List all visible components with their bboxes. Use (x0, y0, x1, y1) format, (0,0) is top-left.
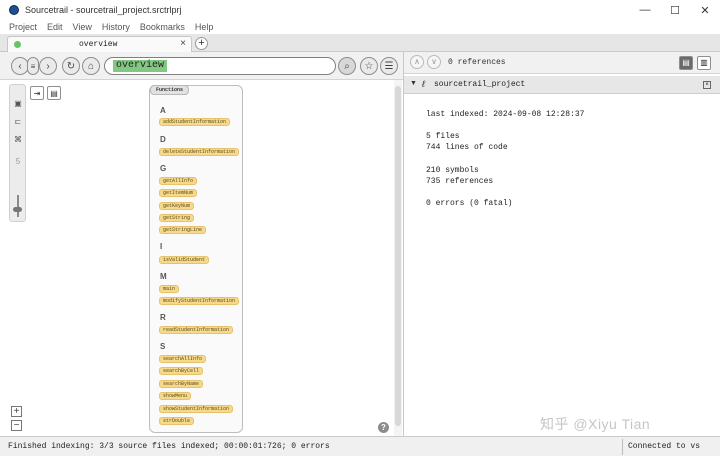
group-by-file-icon[interactable]: ⊏ (13, 117, 23, 127)
project-name: sourcetrail_project (434, 80, 526, 89)
refresh-button[interactable]: ↻ (62, 57, 80, 75)
menu-project[interactable]: Project (9, 22, 37, 32)
status-divider (622, 439, 623, 455)
tab-status-dot-icon (14, 41, 21, 48)
minimize-button[interactable]: — (630, 0, 660, 20)
home-button[interactable]: ⌂ (82, 57, 100, 75)
group-letter-d: D (160, 135, 166, 144)
snippet-view-icon[interactable]: ▥ (697, 56, 711, 70)
function-node[interactable]: isValidStudent (159, 256, 210, 264)
reference-count: 0 references (448, 58, 506, 67)
group-by-namespace-icon[interactable]: ⌘ (13, 135, 23, 145)
help-icon[interactable]: ? (378, 422, 389, 433)
group-letter-m: M (160, 272, 167, 281)
search-icon[interactable]: ⌕ (338, 57, 356, 75)
lines-of-code: 744 lines of code (426, 143, 508, 152)
project-header[interactable]: ▼ ℓ sourcetrail_project × (404, 76, 720, 94)
menu-edit[interactable]: Edit (47, 22, 63, 32)
depth-slider-handle[interactable] (13, 207, 22, 212)
functions-node: Functions A addStudentInformation D dele… (149, 85, 243, 433)
add-tab-button[interactable]: + (195, 37, 208, 50)
window-title: Sourcetrail - sourcetrail_project.srctrl… (25, 5, 182, 15)
function-node[interactable]: strDouble (159, 417, 195, 425)
next-reference-button[interactable]: ∨ (427, 55, 441, 69)
function-node[interactable]: getAllInfo (159, 177, 198, 185)
single-file-view-icon[interactable]: ▤ (679, 56, 693, 70)
depth-slider-track[interactable] (17, 195, 19, 217)
group-letter-s: S (160, 342, 166, 351)
menu-help[interactable]: Help (195, 22, 214, 32)
ide-connection-status: Connected to vs (628, 442, 701, 451)
indexing-status: Finished indexing: 3/3 source files inde… (8, 442, 330, 451)
navigation-toolbar: ‹ ≡ › ↻ ⌂ overview ⌕ ☆ ☰ (0, 52, 403, 80)
symbol-count: 210 symbols (426, 166, 479, 175)
depth-level-icon: 5 (15, 157, 21, 166)
title-bar: Sourcetrail - sourcetrail_project.srctrl… (0, 0, 720, 20)
menu-view[interactable]: View (73, 22, 92, 32)
file-count: 5 files (426, 132, 460, 141)
function-node[interactable]: searchAllInfo (159, 355, 207, 363)
code-pane: ∧ ∨ 0 references ▤ ▥ ▼ ℓ sourcetrail_pro… (404, 52, 720, 436)
zoom-in-button[interactable]: + (11, 406, 22, 417)
function-node[interactable]: addStudentInformation (159, 118, 231, 126)
tab-overview[interactable]: overview × (7, 36, 192, 52)
functions-node-title: Functions (150, 85, 190, 95)
bookmark-icon[interactable]: ☆ (360, 57, 378, 75)
menu-bookmarks[interactable]: Bookmarks (140, 22, 185, 32)
function-node[interactable]: getStringLine (159, 226, 207, 234)
bookmarks-list-icon[interactable]: ☰ (380, 57, 398, 75)
tab-close-icon[interactable]: × (180, 38, 186, 49)
error-count: 0 errors (0 fatal) (426, 199, 513, 208)
group-letter-i: I (160, 242, 163, 251)
maximize-button[interactable]: ☐ (660, 0, 690, 20)
toggle-code-icon[interactable]: ⇥ (30, 86, 44, 100)
graph-view-toggles: ⇥ ▤ (30, 86, 64, 100)
group-letter-a: A (160, 106, 166, 115)
watermark: 知乎 @Xiyu Tian (540, 416, 651, 432)
forward-button[interactable]: › (39, 57, 57, 75)
graph-side-toolbar: ▣ ⊏ ⌘ 5 (9, 84, 26, 222)
function-node[interactable]: searchByName (159, 380, 204, 388)
history-menu-button[interactable]: ≡ (27, 57, 39, 75)
graph-pane: ‹ ≡ › ↻ ⌂ overview ⌕ ☆ ☰ ▣ ⊏ ⌘ 5 ⇥ ▤ Fun… (0, 52, 403, 436)
function-node[interactable]: getString (159, 214, 195, 222)
tab-label: overview (79, 40, 118, 49)
function-node[interactable]: getItemNum (159, 189, 198, 197)
group-letter-r: R (160, 313, 166, 322)
expand-graph-icon[interactable]: ▣ (13, 99, 23, 109)
menu-bar: Project Edit View History Bookmarks Help (0, 20, 720, 34)
close-snippet-icon[interactable]: × (703, 81, 711, 89)
previous-reference-button[interactable]: ∧ (410, 55, 424, 69)
tab-bar: overview × + (0, 34, 720, 52)
last-indexed: last indexed: 2024-09-08 12:28:37 (426, 110, 585, 119)
graph-scrollbar-thumb[interactable] (395, 86, 401, 426)
status-bar: Finished indexing: 3/3 source files inde… (0, 436, 720, 456)
function-node[interactable]: getKeyNum (159, 202, 195, 210)
reference-toolbar: ∧ ∨ 0 references ▤ ▥ (404, 52, 720, 74)
function-node[interactable]: modifyStudentInformation (159, 297, 240, 305)
window-controls: — ☐ ✕ (630, 0, 720, 20)
reference-total: 735 references (426, 177, 494, 186)
collapse-caret-icon[interactable]: ▼ (410, 80, 417, 87)
toggle-text-icon[interactable]: ▤ (47, 86, 61, 100)
function-node[interactable]: deleteStudentInformation (159, 148, 240, 156)
project-file-icon: ℓ (422, 79, 425, 89)
function-node[interactable]: readStudentInformation (159, 326, 234, 334)
menu-history[interactable]: History (102, 22, 130, 32)
close-window-button[interactable]: ✕ (690, 0, 720, 20)
function-node[interactable]: main (159, 285, 180, 293)
search-token[interactable]: overview (113, 60, 168, 72)
search-input[interactable]: overview (104, 57, 336, 75)
function-node[interactable]: searchByCell (159, 367, 204, 375)
zoom-out-button[interactable]: − (11, 420, 22, 431)
function-node[interactable]: showStudentInformation (159, 405, 234, 413)
app-logo-icon (9, 5, 19, 15)
graph-scrollbar[interactable] (394, 80, 402, 436)
function-node[interactable]: showMenu (159, 392, 192, 400)
group-letter-g: G (160, 164, 167, 173)
